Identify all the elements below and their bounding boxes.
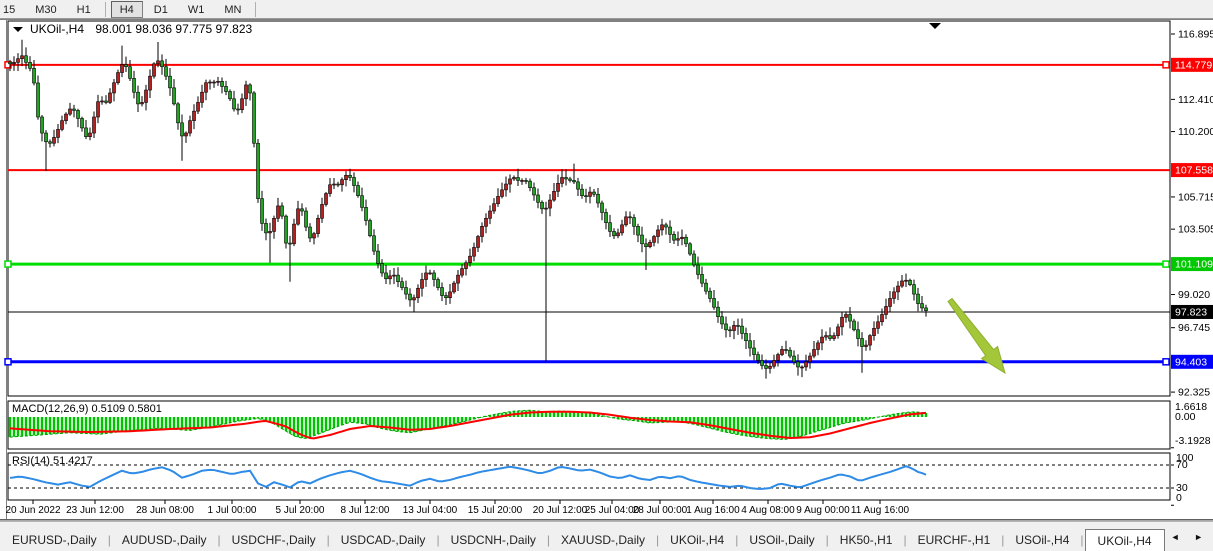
date-tick-label: 28 Jun 08:00 <box>136 505 194 516</box>
price-tick-label: 116.895 <box>1178 29 1213 41</box>
line-handle[interactable] <box>1163 261 1169 267</box>
date-tick-label: 1 Jul 00:00 <box>208 505 257 516</box>
date-tick-label: 20 Jun 2022 <box>5 505 60 516</box>
macd-scale-label: -3.1928 <box>1175 435 1211 447</box>
chart-tab-audusd-daily[interactable]: AUDUSD-,Daily <box>112 530 217 550</box>
chart-tab-ukoil-h4[interactable]: UKOil-,H4 <box>660 530 734 550</box>
chart-tab-bar: EURUSD-,Daily|AUDUSD-,Daily|USDCHF-,Dail… <box>0 521 1213 551</box>
date-tick-label: 28 Jul 00:00 <box>633 505 688 516</box>
date-tick-label: 11 Aug 16:00 <box>851 505 910 516</box>
price-badge-label: 114.779 <box>1175 59 1212 71</box>
svg-text:UKOil-,H4 98.001 98.03: UKOil-,H4 98.001 98.036 97.775 97.823 <box>30 22 253 36</box>
date-tick-label: 4 Aug 08:00 <box>741 505 795 516</box>
chart-title: UKOil-,H4 98.001 98.036 97.775 97.823 <box>13 22 253 36</box>
price-tick-label: 105.715 <box>1178 191 1213 203</box>
line-handle[interactable] <box>5 261 11 267</box>
price-tick-label: 110.200 <box>1178 126 1213 138</box>
chart-tab-xauusd-daily[interactable]: XAUUSD-,Daily <box>551 530 655 550</box>
window-border-left <box>6 19 7 520</box>
chart-tab-ukoil-h4[interactable]: UKOil-,H4 <box>1085 529 1165 551</box>
date-tick-label: 9 Aug 00:00 <box>796 505 850 516</box>
chart-tab-usoil-daily[interactable]: USOil-,Daily <box>739 530 824 550</box>
tab-scroll-right-icon[interactable]: ► <box>1194 532 1209 542</box>
price-badge-label: 107.558 <box>1175 165 1213 177</box>
rsi-scale-label: 70 <box>1176 459 1188 471</box>
price-badge-label: 101.109 <box>1175 259 1213 271</box>
date-tick-label: 5 Jul 20:00 <box>276 505 325 516</box>
tab-scroll-left-icon[interactable]: ◄ <box>1171 532 1186 542</box>
date-tick-label: 8 Jul 12:00 <box>341 505 390 516</box>
chart-tab-usdcad-daily[interactable]: USDCAD-,Daily <box>331 530 436 550</box>
price-badge-label: 94.403 <box>1175 356 1207 368</box>
macd-scale-label: 0.00 <box>1175 411 1196 423</box>
chart-tab-eurchf-h1[interactable]: EURCHF-,H1 <box>908 530 1001 550</box>
date-tick-label: 25 Jul 04:00 <box>585 505 640 516</box>
date-tick-label: 15 Jul 20:00 <box>468 505 523 516</box>
chart-canvas: 116.895 112.410 110.200 105.715 103.505 99.02… <box>0 0 1213 551</box>
price-badge-label: 97.823 <box>1175 306 1207 318</box>
chart-tab-hk50-h1[interactable]: HK50-,H1 <box>830 530 903 550</box>
symbol-period-label: UKOil-,H4 <box>30 22 84 36</box>
chart-tab-eurusd-daily[interactable]: EURUSD-,Daily <box>2 530 107 550</box>
price-tick-label: 92.325 <box>1178 387 1210 399</box>
macd-label: MACD(12,26,9) 0.5109 0.5801 <box>12 403 162 415</box>
line-handle[interactable] <box>5 359 11 365</box>
chart-tab-usdchf-daily[interactable]: USDCHF-,Daily <box>222 530 326 550</box>
chart-tab-usdcnh-daily[interactable]: USDCNH-,Daily <box>441 530 546 550</box>
price-tick-label: 96.745 <box>1178 322 1210 334</box>
rsi-scale-label: 0 <box>1176 492 1182 504</box>
price-tick-label: 112.410 <box>1178 94 1213 106</box>
date-tick-label: 13 Jul 04:00 <box>403 505 458 516</box>
price-tick-label: 99.020 <box>1178 289 1210 301</box>
line-handle[interactable] <box>1163 62 1169 68</box>
ohlc-values: 98.001 98.036 97.775 97.823 <box>95 22 252 36</box>
date-tick-label: 1 Aug 16:00 <box>686 505 740 516</box>
line-handle[interactable] <box>1163 359 1169 365</box>
window-border-top <box>0 19 1213 20</box>
chart-tab-usoil-h4[interactable]: USOil-,H4 <box>1005 530 1079 550</box>
date-tick-label: 23 Jun 12:00 <box>66 505 124 516</box>
window-border-bottom <box>0 519 1213 520</box>
mt4-chart-window: 15M30H1H4D1W1MN 116.895112.410110.200105… <box>0 0 1213 551</box>
main-chart-pane[interactable] <box>8 21 1170 396</box>
rsi-pane[interactable] <box>8 453 1170 500</box>
price-tick-label: 103.505 <box>1178 224 1213 236</box>
date-tick-label: 20 Jul 12:00 <box>533 505 588 516</box>
rsi-label: RSI(14) 51.4217 <box>12 455 93 467</box>
